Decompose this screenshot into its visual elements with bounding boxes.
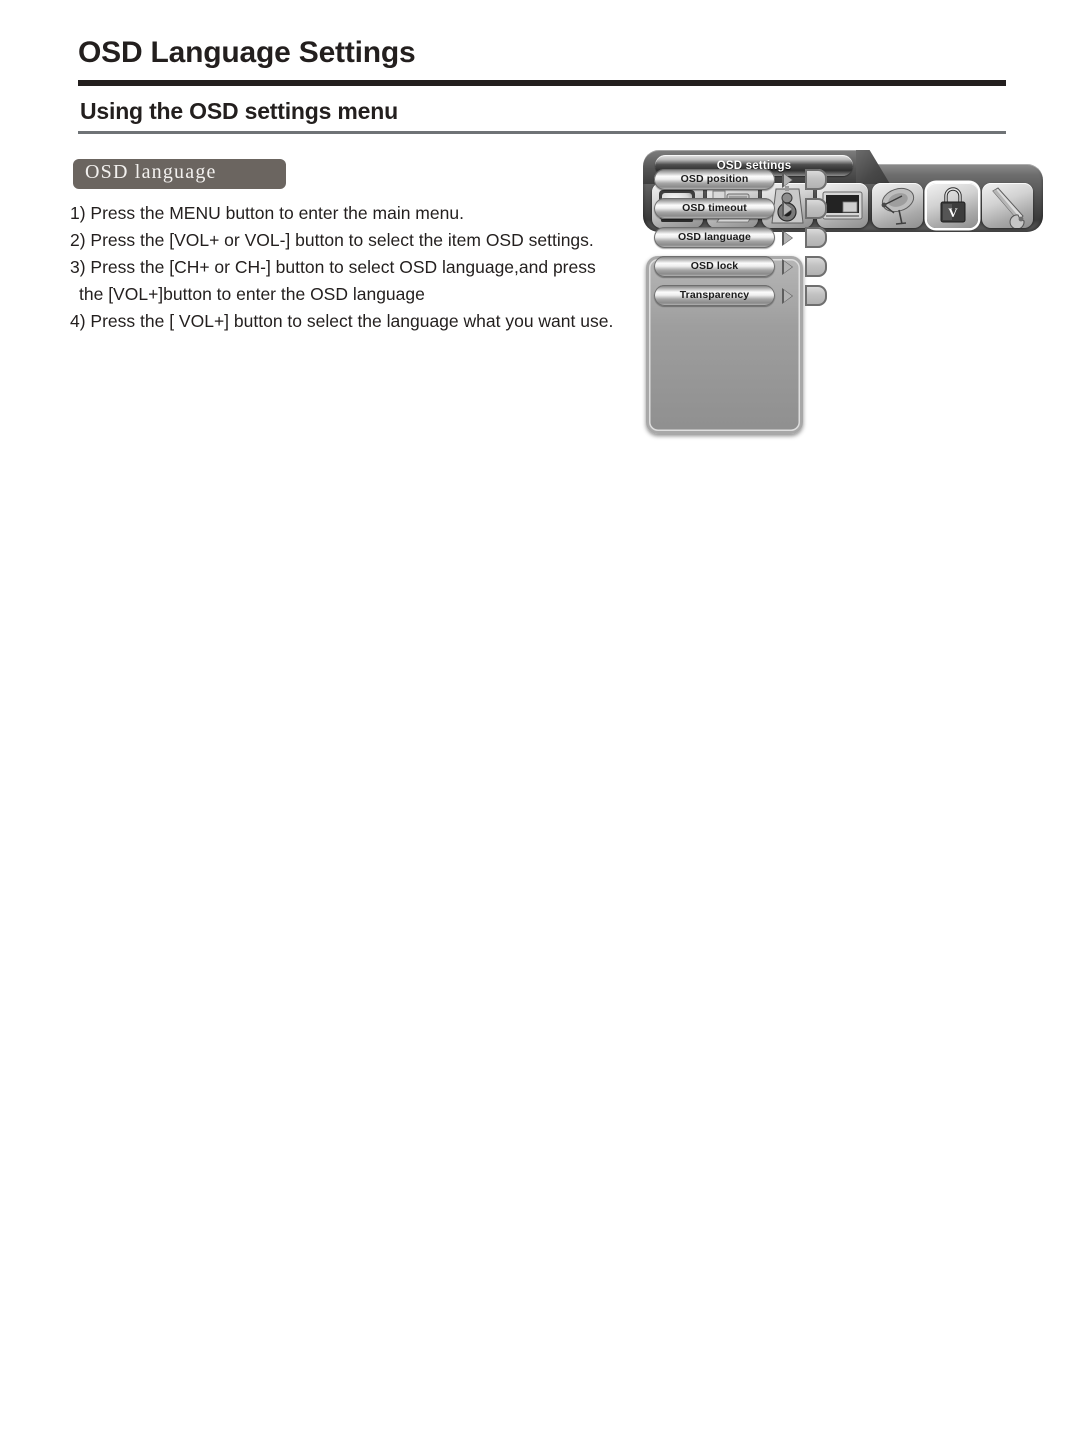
subsection-tag: OSD language (73, 159, 286, 189)
section-title: Using the OSD settings menu (80, 98, 398, 124)
osd-menu-item-label: OSD position (680, 173, 749, 186)
osd-menu-item-osd-lock[interactable]: OSD lock (654, 252, 844, 281)
instruction-step: the [VOL+]button to enter the OSD langua… (79, 284, 425, 304)
osd-menu-item-osd-timeout[interactable]: OSD timeout (654, 194, 844, 223)
instruction-list: 1) Press the MENU button to enter the ma… (70, 200, 670, 335)
osd-menu-item-label: Transparency (679, 289, 750, 302)
instruction-step: 2) Press the [VOL+ or VOL-] button to se… (70, 230, 594, 250)
osd-menu-item-transparency[interactable]: Transparency (654, 281, 844, 310)
osd-menu-item-value[interactable] (805, 256, 827, 277)
osd-menu-item-pill[interactable]: OSD position (654, 169, 775, 190)
subsection-tag-label: OSD language (85, 161, 217, 183)
chevron-right-icon (782, 287, 793, 304)
osd-menu-item-value[interactable] (805, 227, 827, 248)
osd-menu-item-value[interactable] (805, 198, 827, 219)
osd-menu-item-value[interactable] (805, 285, 827, 306)
osd-menu-illustration: OSD settings V OSD position OSD timeout … (643, 150, 1045, 435)
osd-menu-item-pill[interactable]: OSD language (654, 227, 775, 248)
lock-icon[interactable]: V (927, 183, 978, 228)
page-title: OSD Language Settings (78, 36, 416, 69)
osd-menu-item-label: OSD timeout (682, 202, 747, 215)
osd-menu-item-label: OSD lock (690, 260, 739, 273)
chevron-right-icon (782, 200, 793, 217)
svg-text:V: V (948, 205, 958, 220)
section-divider-thin (78, 131, 1006, 134)
header-divider-thick (78, 80, 1006, 86)
osd-menu-item-pill[interactable]: Transparency (654, 285, 775, 306)
chevron-right-icon (782, 171, 793, 188)
osd-menu-item-pill[interactable]: OSD timeout (654, 198, 775, 219)
osd-menu-item-value[interactable] (805, 169, 827, 190)
instruction-step: 4) Press the [ VOL+] button to select th… (70, 311, 614, 331)
instruction-step: 1) Press the MENU button to enter the ma… (70, 203, 464, 223)
osd-menu-list: OSD position OSD timeout OSD language OS… (654, 165, 844, 310)
osd-menu-item-pill[interactable]: OSD lock (654, 256, 775, 277)
wrench-icon[interactable] (982, 183, 1033, 228)
chevron-right-icon (782, 229, 793, 246)
satellite-dish-icon[interactable] (872, 183, 923, 228)
osd-menu-item-osd-language[interactable]: OSD language (654, 223, 844, 252)
chevron-right-icon (782, 258, 793, 275)
instruction-step: 3) Press the [CH+ or CH-] button to sele… (70, 257, 596, 277)
osd-menu-item-osd-position[interactable]: OSD position (654, 165, 844, 194)
osd-menu-item-label: OSD language (678, 231, 751, 244)
